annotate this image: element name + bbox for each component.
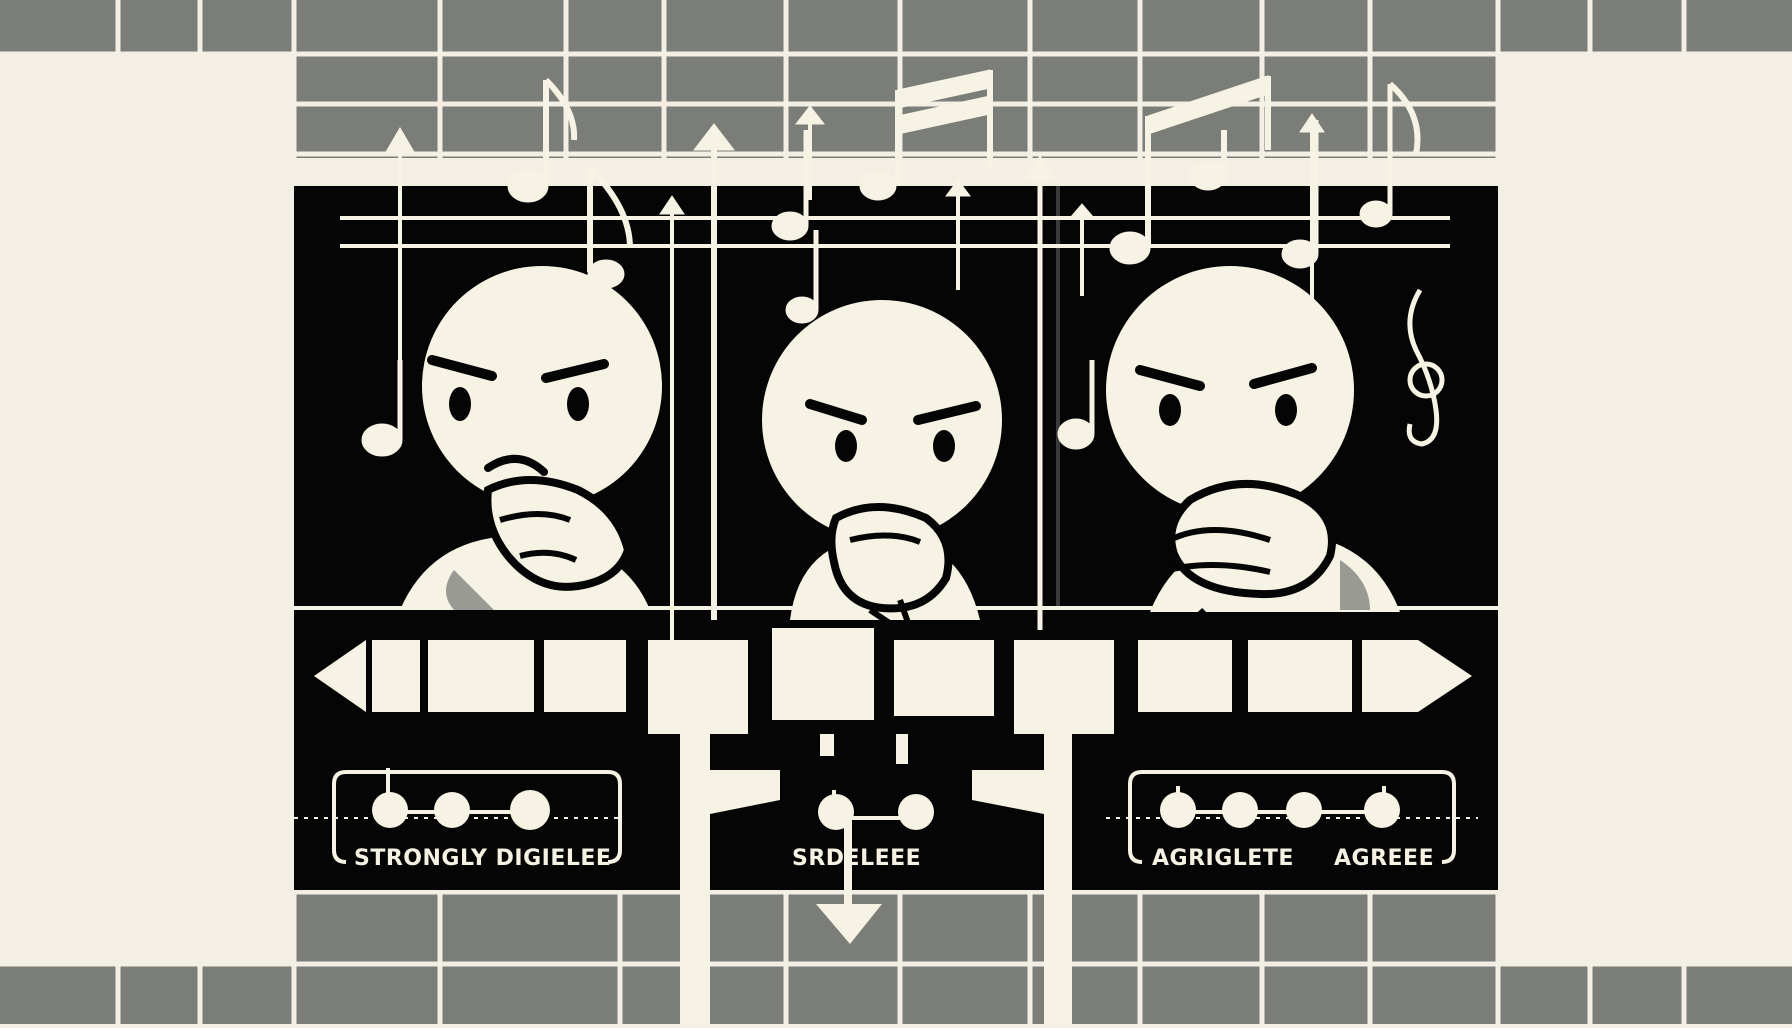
label-strongly-disagree: STRONGLY DIGIELEE xyxy=(354,846,612,871)
label-agree: AGRIGLETE xyxy=(1152,846,1294,871)
illustration: STRONGLY DIGIELEE SRDELEEE AGRIGLETE AGR… xyxy=(0,0,1792,1024)
label-strongly-agree: AGREEE xyxy=(1334,846,1435,871)
label-neutral: SRDELEEE xyxy=(792,846,922,871)
